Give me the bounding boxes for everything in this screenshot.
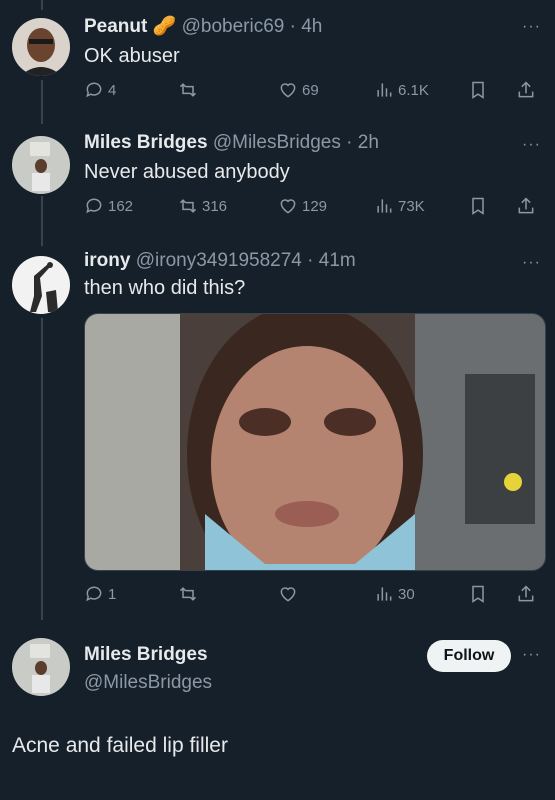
avatar-image: [12, 136, 70, 194]
retweet-icon: [179, 83, 197, 97]
peanut-emoji-icon: 🥜: [152, 16, 177, 37]
reply-icon: [86, 82, 102, 98]
separator-dot: ·: [346, 132, 353, 153]
tweet-text: OK abuser: [84, 45, 180, 67]
timestamp[interactable]: 4h: [301, 16, 322, 37]
view-count: 30: [398, 585, 415, 603]
more-options-icon[interactable]: ···: [522, 646, 541, 664]
avatar[interactable]: [12, 18, 70, 76]
reply-button[interactable]: 1: [84, 584, 116, 604]
retweet-icon: [179, 199, 197, 213]
tweet-actions: 162 316 129 73K: [84, 196, 539, 220]
main-tweet-text: Acne and failed lip filler: [12, 734, 228, 757]
retweet-button[interactable]: 316: [178, 196, 227, 216]
views-button[interactable]: 6.1K: [374, 80, 429, 100]
author-handle[interactable]: @MilesBridges: [84, 672, 212, 694]
author-handle[interactable]: @MilesBridges: [213, 132, 341, 153]
bookmark-button[interactable]: [468, 80, 492, 100]
photo-image: [85, 314, 545, 570]
author-handle[interactable]: @boberic69: [182, 16, 285, 37]
views-button[interactable]: 73K: [374, 196, 425, 216]
bookmark-icon: [472, 197, 484, 215]
tweet-text: then who did this?: [84, 277, 246, 299]
avatar-image: [12, 638, 70, 696]
reply-icon: [86, 586, 102, 602]
share-button[interactable]: [516, 584, 540, 604]
share-button[interactable]: [516, 196, 540, 216]
bookmark-icon: [472, 585, 484, 603]
tweet-header: Miles Bridges @MilesBridges · 2h: [84, 132, 379, 154]
like-count: 69: [302, 81, 319, 99]
tweet[interactable]: Miles Bridges @MilesBridges · 2h ··· Nev…: [0, 124, 555, 244]
like-button[interactable]: 129: [278, 196, 327, 216]
reply-count: 1: [108, 585, 117, 603]
timestamp[interactable]: 41m: [319, 250, 356, 271]
views-bar-chart-icon: [377, 83, 392, 97]
avatar[interactable]: [12, 256, 70, 314]
share-button[interactable]: [516, 80, 540, 100]
heart-icon: [280, 83, 296, 98]
avatar-image: [12, 18, 70, 76]
tweet-header: Peanut 🥜 @boberic69 · 4h: [84, 14, 322, 38]
avatar[interactable]: [12, 136, 70, 194]
views-bar-chart-icon: [377, 199, 392, 213]
share-icon: [518, 81, 534, 98]
reply-icon: [86, 198, 102, 214]
separator-dot: ·: [307, 250, 314, 271]
bookmark-button[interactable]: [468, 584, 492, 604]
like-count: 129: [302, 197, 328, 215]
retweet-count: 316: [202, 197, 228, 215]
tweet[interactable]: irony @irony3491958274 · 41m ··· then wh…: [0, 246, 555, 616]
heart-icon: [280, 587, 296, 602]
author-name[interactable]: Miles Bridges: [84, 644, 208, 666]
more-options-icon[interactable]: ···: [522, 18, 541, 36]
share-icon: [518, 585, 534, 602]
author-name[interactable]: irony: [84, 250, 130, 271]
share-icon: [518, 197, 534, 214]
retweet-button[interactable]: [178, 584, 202, 604]
like-button[interactable]: [278, 584, 302, 604]
tweet-actions: 4 69 6.1K: [84, 80, 539, 104]
heart-icon: [280, 199, 296, 214]
views-bar-chart-icon: [377, 587, 392, 601]
more-options-icon[interactable]: ···: [522, 136, 541, 154]
view-count: 6.1K: [398, 81, 429, 99]
author-name[interactable]: Peanut: [84, 16, 147, 37]
author-handle[interactable]: @irony3491958274: [136, 250, 302, 271]
more-options-icon[interactable]: ···: [522, 254, 541, 272]
tweet-actions: 1 30: [84, 584, 539, 608]
reply-button[interactable]: 162: [84, 196, 133, 216]
tweet-photo[interactable]: [84, 313, 546, 571]
tweet-text: Never abused anybody: [84, 161, 290, 183]
reply-count: 4: [108, 81, 117, 99]
tweet[interactable]: Peanut 🥜 @boberic69 · 4h ··· OK abuser 4…: [0, 0, 555, 120]
view-count: 73K: [398, 197, 425, 215]
timestamp[interactable]: 2h: [358, 132, 379, 153]
bookmark-icon: [472, 81, 484, 99]
bookmark-button[interactable]: [468, 196, 492, 216]
avatar[interactable]: [12, 638, 70, 696]
like-button[interactable]: 69: [278, 80, 319, 100]
follow-button[interactable]: Follow: [427, 640, 511, 672]
reply-count: 162: [108, 197, 134, 215]
tweet-header: irony @irony3491958274 · 41m: [84, 250, 356, 272]
retweet-icon: [179, 587, 197, 601]
retweet-button[interactable]: [178, 80, 202, 100]
avatar-image: [12, 256, 70, 314]
author-name[interactable]: Miles Bridges: [84, 132, 208, 153]
views-button[interactable]: 30: [374, 584, 415, 604]
separator-dot: ·: [289, 16, 296, 37]
reply-button[interactable]: 4: [84, 80, 116, 100]
